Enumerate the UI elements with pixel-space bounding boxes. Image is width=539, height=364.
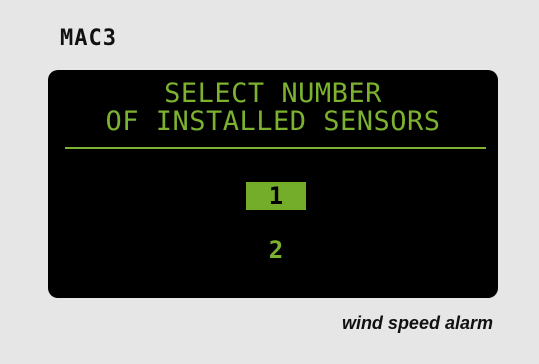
- sensor-option-2[interactable]: 2: [246, 236, 306, 264]
- sensor-option-1[interactable]: 1: [246, 182, 306, 210]
- title-divider: [65, 147, 486, 149]
- screen-title-line2: OF INSTALLED SENSORS: [105, 106, 441, 137]
- lcd-screen: SELECT NUMBER OF INSTALLED SENSORS 1 2: [48, 70, 498, 298]
- screen-title-line1: SELECT NUMBER: [164, 78, 382, 109]
- product-caption: wind speed alarm: [341, 313, 493, 333]
- brand-logo: MAC3: [60, 26, 117, 51]
